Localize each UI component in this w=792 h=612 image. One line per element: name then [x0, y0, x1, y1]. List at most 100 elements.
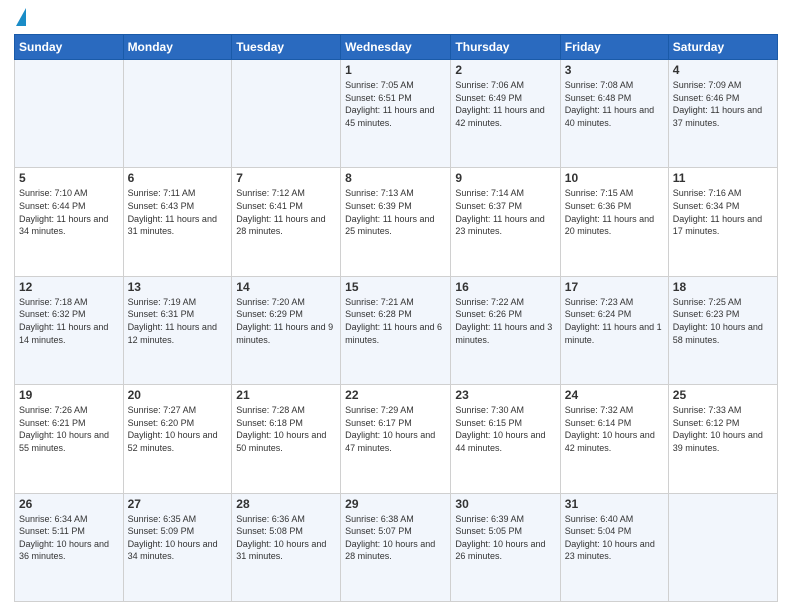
calendar-cell: 5 Sunrise: 7:10 AM Sunset: 6:44 PM Daylig…: [15, 168, 124, 276]
calendar-cell: 20 Sunrise: 7:27 AM Sunset: 6:20 PM Dayli…: [123, 385, 232, 493]
week-row-1: 1 Sunrise: 7:05 AM Sunset: 6:51 PM Daylig…: [15, 60, 778, 168]
calendar-cell: 8Sunrise: 7:13 AM Sunset: 6:39 PM Daylig…: [341, 168, 451, 276]
day-number: 26: [19, 497, 119, 511]
calendar-cell: [123, 60, 232, 168]
day-info: Sunrise: 7:30 AM Sunset: 6:15 PM Dayligh…: [455, 404, 555, 454]
day-info: Sunrise: 7:06 AM Sunset: 6:49 PM Dayligh…: [455, 79, 555, 129]
calendar-cell: 30Sunrise: 6:39 AM Sunset: 5:05 PM Dayli…: [451, 493, 560, 601]
logo-triangle-icon: [16, 8, 26, 26]
calendar-cell: 2 Sunrise: 7:06 AM Sunset: 6:49 PM Daylig…: [451, 60, 560, 168]
calendar-cell: 27Sunrise: 6:35 AM Sunset: 5:09 PM Dayli…: [123, 493, 232, 601]
day-number: 3: [565, 63, 664, 77]
calendar-cell: [15, 60, 124, 168]
col-tuesday: Tuesday: [232, 35, 341, 60]
week-row-4: 19Sunrise: 7:26 AM Sunset: 6:21 PM Dayli…: [15, 385, 778, 493]
header: [14, 10, 778, 26]
day-info: Sunrise: 7:33 AM Sunset: 6:12 PM Dayligh…: [673, 404, 773, 454]
calendar-cell: [668, 493, 777, 601]
day-number: 4: [673, 63, 773, 77]
day-info: Sunrise: 6:38 AM Sunset: 5:07 PM Dayligh…: [345, 513, 446, 563]
day-number: 20: [128, 388, 228, 402]
calendar-cell: 7 Sunrise: 7:12 AM Sunset: 6:41 PM Daylig…: [232, 168, 341, 276]
day-info: Sunrise: 7:15 AM Sunset: 6:36 PM Dayligh…: [565, 187, 664, 237]
day-number: 2: [455, 63, 555, 77]
col-sunday: Sunday: [15, 35, 124, 60]
day-number: 11: [673, 171, 773, 185]
day-info: Sunrise: 7:10 AM Sunset: 6:44 PM Dayligh…: [19, 187, 119, 237]
col-friday: Friday: [560, 35, 668, 60]
day-info: Sunrise: 7:08 AM Sunset: 6:48 PM Dayligh…: [565, 79, 664, 129]
calendar-cell: 11 Sunrise: 7:16 AM Sunset: 6:34 PM Dayli…: [668, 168, 777, 276]
day-info: Sunrise: 7:26 AM Sunset: 6:21 PM Dayligh…: [19, 404, 119, 454]
day-number: 14: [236, 280, 336, 294]
day-number: 5: [19, 171, 119, 185]
day-info: Sunrise: 7:16 AM Sunset: 6:34 PM Dayligh…: [673, 187, 773, 237]
day-info: Sunrise: 7:05 AM Sunset: 6:51 PM Dayligh…: [345, 79, 446, 129]
calendar-cell: [232, 60, 341, 168]
day-number: 28: [236, 497, 336, 511]
calendar-cell: 19Sunrise: 7:26 AM Sunset: 6:21 PM Dayli…: [15, 385, 124, 493]
calendar-table: Sunday Monday Tuesday Wednesday Thursday…: [14, 34, 778, 602]
calendar-cell: 4 Sunrise: 7:09 AM Sunset: 6:46 PM Daylig…: [668, 60, 777, 168]
calendar-cell: 17Sunrise: 7:23 AM Sunset: 6:24 PM Dayli…: [560, 276, 668, 384]
day-info: Sunrise: 7:23 AM Sunset: 6:24 PM Dayligh…: [565, 296, 664, 346]
calendar-cell: 10Sunrise: 7:15 AM Sunset: 6:36 PM Dayli…: [560, 168, 668, 276]
calendar-cell: 29 Sunrise: 6:38 AM Sunset: 5:07 PM Dayli…: [341, 493, 451, 601]
calendar-cell: 3 Sunrise: 7:08 AM Sunset: 6:48 PM Daylig…: [560, 60, 668, 168]
day-info: Sunrise: 7:29 AM Sunset: 6:17 PM Dayligh…: [345, 404, 446, 454]
day-number: 23: [455, 388, 555, 402]
day-info: Sunrise: 7:13 AM Sunset: 6:39 PM Dayligh…: [345, 187, 446, 237]
day-number: 1: [345, 63, 446, 77]
calendar-cell: 12 Sunrise: 7:18 AM Sunset: 6:32 PM Dayli…: [15, 276, 124, 384]
col-wednesday: Wednesday: [341, 35, 451, 60]
day-number: 15: [345, 280, 446, 294]
calendar-cell: 1 Sunrise: 7:05 AM Sunset: 6:51 PM Daylig…: [341, 60, 451, 168]
calendar-cell: 26 Sunrise: 6:34 AM Sunset: 5:11 PM Dayli…: [15, 493, 124, 601]
calendar-cell: 28 Sunrise: 6:36 AM Sunset: 5:08 PM Dayli…: [232, 493, 341, 601]
day-number: 7: [236, 171, 336, 185]
logo-text-block: [14, 14, 26, 26]
day-number: 12: [19, 280, 119, 294]
day-number: 18: [673, 280, 773, 294]
day-info: Sunrise: 7:11 AM Sunset: 6:43 PM Dayligh…: [128, 187, 228, 237]
week-row-5: 26 Sunrise: 6:34 AM Sunset: 5:11 PM Dayli…: [15, 493, 778, 601]
day-info: Sunrise: 7:20 AM Sunset: 6:29 PM Dayligh…: [236, 296, 336, 346]
day-number: 29: [345, 497, 446, 511]
week-row-2: 5 Sunrise: 7:10 AM Sunset: 6:44 PM Daylig…: [15, 168, 778, 276]
calendar-cell: 31 Sunrise: 6:40 AM Sunset: 5:04 PM Dayli…: [560, 493, 668, 601]
page: Sunday Monday Tuesday Wednesday Thursday…: [0, 0, 792, 612]
calendar-cell: 14 Sunrise: 7:20 AM Sunset: 6:29 PM Dayli…: [232, 276, 341, 384]
day-number: 27: [128, 497, 228, 511]
calendar-cell: 23 Sunrise: 7:30 AM Sunset: 6:15 PM Dayli…: [451, 385, 560, 493]
day-number: 9: [455, 171, 555, 185]
day-number: 13: [128, 280, 228, 294]
day-number: 6: [128, 171, 228, 185]
col-thursday: Thursday: [451, 35, 560, 60]
day-info: Sunrise: 7:14 AM Sunset: 6:37 PM Dayligh…: [455, 187, 555, 237]
calendar-cell: 25 Sunrise: 7:33 AM Sunset: 6:12 PM Dayli…: [668, 385, 777, 493]
day-info: Sunrise: 7:25 AM Sunset: 6:23 PM Dayligh…: [673, 296, 773, 346]
day-info: Sunrise: 7:19 AM Sunset: 6:31 PM Dayligh…: [128, 296, 228, 346]
calendar-cell: 6 Sunrise: 7:11 AM Sunset: 6:43 PM Daylig…: [123, 168, 232, 276]
day-info: Sunrise: 7:12 AM Sunset: 6:41 PM Dayligh…: [236, 187, 336, 237]
day-info: Sunrise: 7:09 AM Sunset: 6:46 PM Dayligh…: [673, 79, 773, 129]
day-info: Sunrise: 7:27 AM Sunset: 6:20 PM Dayligh…: [128, 404, 228, 454]
col-monday: Monday: [123, 35, 232, 60]
day-number: 16: [455, 280, 555, 294]
calendar-cell: 16 Sunrise: 7:22 AM Sunset: 6:26 PM Dayli…: [451, 276, 560, 384]
calendar-cell: 21 Sunrise: 7:28 AM Sunset: 6:18 PM Dayli…: [232, 385, 341, 493]
day-number: 21: [236, 388, 336, 402]
day-info: Sunrise: 6:39 AM Sunset: 5:05 PM Dayligh…: [455, 513, 555, 563]
calendar-cell: 22 Sunrise: 7:29 AM Sunset: 6:17 PM Dayli…: [341, 385, 451, 493]
day-info: Sunrise: 7:22 AM Sunset: 6:26 PM Dayligh…: [455, 296, 555, 346]
day-number: 25: [673, 388, 773, 402]
day-number: 22: [345, 388, 446, 402]
day-info: Sunrise: 6:36 AM Sunset: 5:08 PM Dayligh…: [236, 513, 336, 563]
logo: [14, 14, 26, 26]
day-info: Sunrise: 6:34 AM Sunset: 5:11 PM Dayligh…: [19, 513, 119, 563]
day-number: 31: [565, 497, 664, 511]
calendar-cell: 18 Sunrise: 7:25 AM Sunset: 6:23 PM Dayli…: [668, 276, 777, 384]
day-info: Sunrise: 6:40 AM Sunset: 5:04 PM Dayligh…: [565, 513, 664, 563]
day-info: Sunrise: 7:18 AM Sunset: 6:32 PM Dayligh…: [19, 296, 119, 346]
day-info: Sunrise: 7:28 AM Sunset: 6:18 PM Dayligh…: [236, 404, 336, 454]
